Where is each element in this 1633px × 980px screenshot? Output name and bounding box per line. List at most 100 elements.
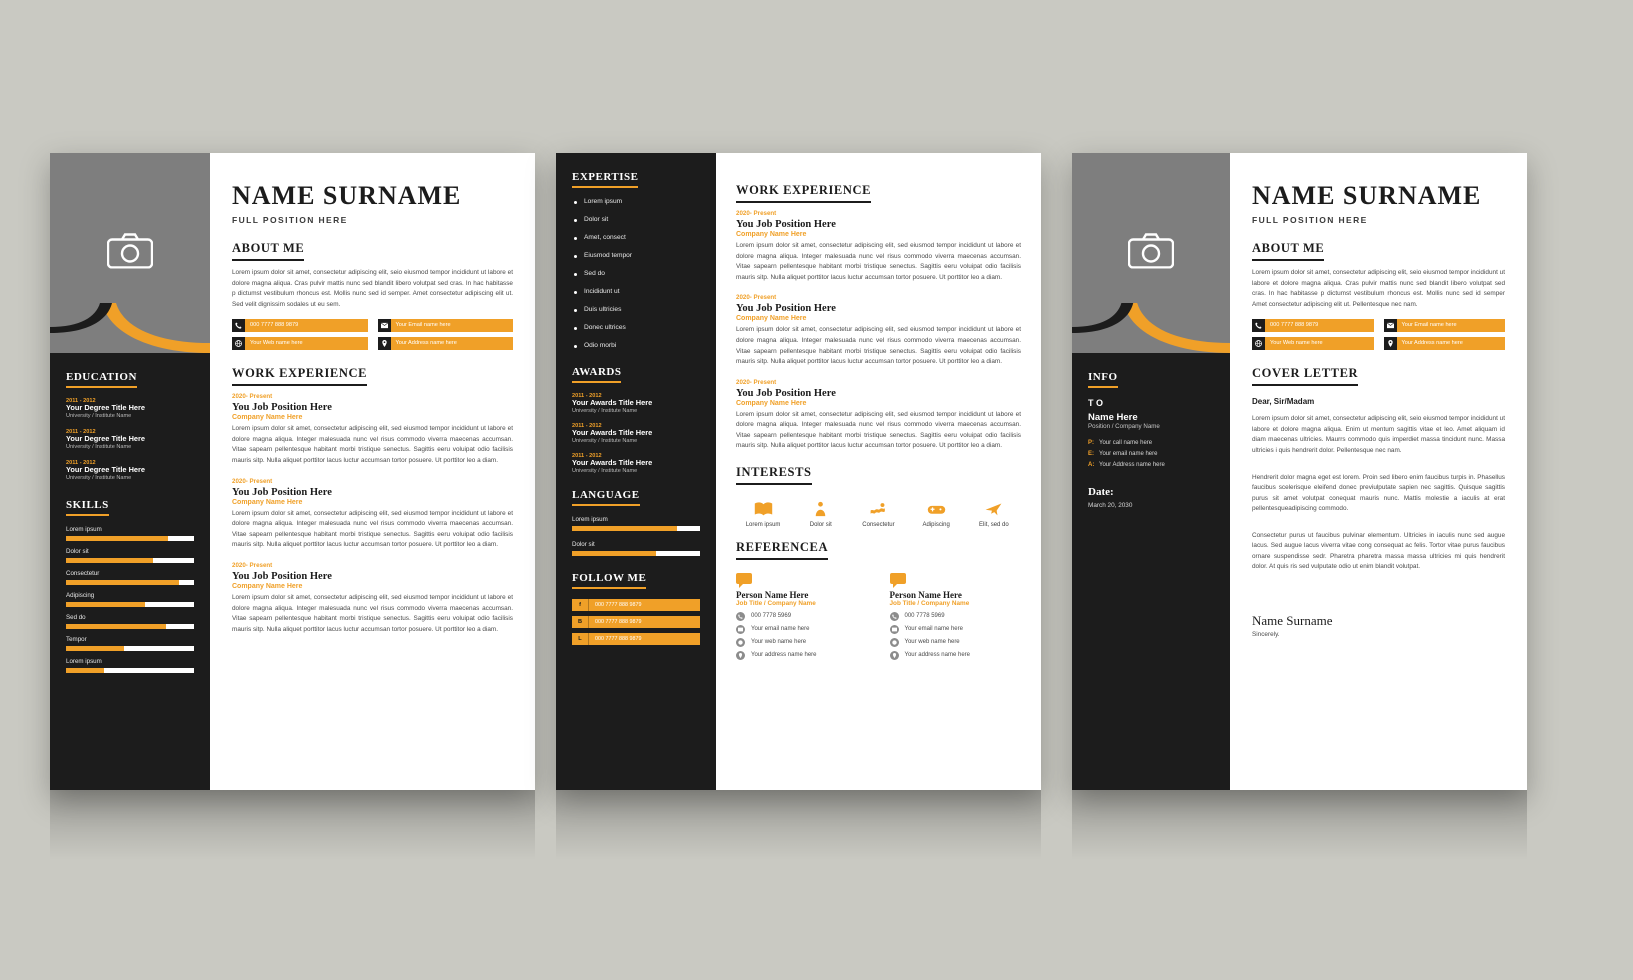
interest-label: Dolor sit <box>809 521 832 528</box>
expertise-label: Sed do <box>584 270 605 277</box>
skill-label: Lorem ipsum <box>66 657 102 665</box>
globe-icon <box>889 637 899 647</box>
contact-address[interactable]: Your Address name here <box>1383 337 1505 351</box>
info-key: A: <box>1088 462 1095 468</box>
language-item: Dolor sit <box>572 541 700 556</box>
work-years: 2020- Present <box>232 561 273 569</box>
plane-icon <box>967 501 1021 519</box>
reference-address-value: Your address name here <box>751 652 817 659</box>
education-item: 2011 - 2012 Your Degree Title Here Unive… <box>66 398 194 419</box>
work-company: Company Name Here <box>232 582 303 590</box>
page1-sidebar: EDUCATION 2011 - 2012 Your Degree Title … <box>50 153 210 790</box>
skill-bar <box>66 535 194 541</box>
interest-label: Consectetur <box>862 521 895 528</box>
education-heading: EDUCATION <box>66 371 137 388</box>
contact-web[interactable]: Your Web name here <box>232 337 368 351</box>
work-item: 2020- Present You Job Position Here Comp… <box>232 393 513 466</box>
interest-label: Elit, sed do <box>979 521 1009 528</box>
photo-placeholder <box>50 153 210 353</box>
contact-email[interactable]: Your Email name here <box>377 319 513 333</box>
page1-main: NAME SURNAME FULL POSITION HERE ABOUT ME… <box>210 153 535 790</box>
mail-icon <box>889 624 899 634</box>
person-icon <box>794 501 848 519</box>
contact-web-value: Your Web name here <box>1265 337 1374 351</box>
education-school: University / Institute Name <box>66 412 132 419</box>
cover-paragraph: Lorem ipsum dolor sit amet, consectetur … <box>1252 415 1505 454</box>
language-item: Lorem ipsum <box>572 516 700 531</box>
education-title: Your Degree Title Here <box>66 464 145 474</box>
skill-item: Consectetur <box>66 570 194 585</box>
contact-email[interactable]: Your Email name here <box>1383 319 1505 333</box>
work-heading: WORK EXPERIENCE <box>232 366 368 387</box>
info-phone: P: Your call name here <box>1088 440 1214 446</box>
contact-web[interactable]: Your Web name here <box>1252 337 1374 351</box>
job-subtitle: FULL POSITION HERE <box>232 215 348 225</box>
info-value: Your email name here <box>1099 451 1158 457</box>
reference-email-value: Your email name here <box>904 626 963 633</box>
contact-list: 000 7777 888 9879 Your Email name here Y… <box>1252 319 1505 351</box>
work-role: You Job Position Here <box>232 402 332 414</box>
contact-phone[interactable]: 000 7777 888 9879 <box>232 319 368 333</box>
work-company: Company Name Here <box>736 399 807 407</box>
expertise-label: Incididunt ut <box>584 288 620 295</box>
work-role: You Job Position Here <box>736 219 836 230</box>
skill-label: Consectetur <box>66 569 100 577</box>
reference-phone-value: 000 7778 5969 <box>751 613 792 620</box>
skill-bar <box>66 579 194 585</box>
skill-label: Tempor <box>66 635 87 643</box>
work-role: You Job Position Here <box>232 486 332 498</box>
education-school: University / Institute Name <box>66 443 132 450</box>
skill-item: Lorem ipsum <box>66 658 194 673</box>
pin-icon <box>736 650 745 660</box>
page2-sidebar: EXPERTISE Lorem ipsum Dolor sit Amet, co… <box>556 153 716 790</box>
orange-curve-decoration <box>1072 303 1230 353</box>
phone-icon <box>736 611 745 621</box>
skill-label: Sed do <box>66 613 86 621</box>
work-item: 2020- Present You Job Position Here Comp… <box>736 379 1021 452</box>
skill-label: Lorem ipsum <box>66 525 102 533</box>
info-value: Your call name here <box>1099 440 1153 446</box>
follow-value: 000 7777 888 9879 <box>588 615 700 628</box>
contact-web-value: Your Web name here <box>245 337 368 351</box>
work-company: Company Name Here <box>232 414 303 422</box>
work-role: You Job Position Here <box>736 303 836 315</box>
reference-phone: 000 7778 5969 <box>889 611 1022 621</box>
follow-behance[interactable]: B 000 7777 888 9879 <box>572 615 700 628</box>
award-title: Your Awards Title Here <box>572 427 653 437</box>
pin-icon <box>1383 337 1397 351</box>
follow-linkedin[interactable]: L 000 7777 888 9879 <box>572 632 700 645</box>
swim-icon <box>851 501 905 519</box>
about-heading: ABOUT ME <box>1252 241 1325 261</box>
skill-label: Dolor sit <box>66 547 89 555</box>
expertise-item: Odio morbi <box>572 342 700 349</box>
work-role: You Job Position Here <box>736 387 836 399</box>
language-label: Dolor sit <box>572 540 595 548</box>
skill-label: Adipiscing <box>66 591 95 599</box>
follow-heading: FOLLOW ME <box>572 572 647 589</box>
about-text: Lorem ipsum dolor sit amet, consectetur … <box>232 269 513 308</box>
work-text: Lorem ipsum dolor sit amet, consectetur … <box>736 410 1021 450</box>
work-company: Company Name Here <box>736 231 807 239</box>
expertise-label: Amet, consect <box>584 234 626 241</box>
interest-label: Adipiscing <box>922 521 950 528</box>
skill-bar <box>66 667 194 673</box>
expertise-heading: EXPERTISE <box>572 171 639 188</box>
contact-email-value: Your Email name here <box>390 319 513 333</box>
globe-icon <box>1252 337 1265 351</box>
follow-value: 000 7777 888 9879 <box>588 632 700 645</box>
photo-placeholder <box>1072 153 1230 353</box>
reference-item: Person Name Here Job Title / Company Nam… <box>736 572 868 664</box>
expertise-item: Amet, consect <box>572 234 700 241</box>
interest-item: Adipiscing <box>909 498 963 528</box>
reference-address: Your address name here <box>889 650 1022 660</box>
follow-facebook[interactable]: f 000 7777 888 9879 <box>572 598 700 611</box>
contact-address[interactable]: Your Address name here <box>377 337 513 351</box>
contact-phone[interactable]: 000 7777 888 9879 <box>1252 319 1374 333</box>
skill-bar <box>66 557 194 563</box>
reference-web-value: Your web name here <box>751 639 807 646</box>
award-title: Your Awards Title Here <box>572 457 653 467</box>
quote-icon <box>736 572 752 588</box>
education-title: Your Degree Title Here <box>66 403 145 412</box>
education-title: Your Degree Title Here <box>66 433 145 443</box>
reference-web: Your web name here <box>736 637 868 647</box>
